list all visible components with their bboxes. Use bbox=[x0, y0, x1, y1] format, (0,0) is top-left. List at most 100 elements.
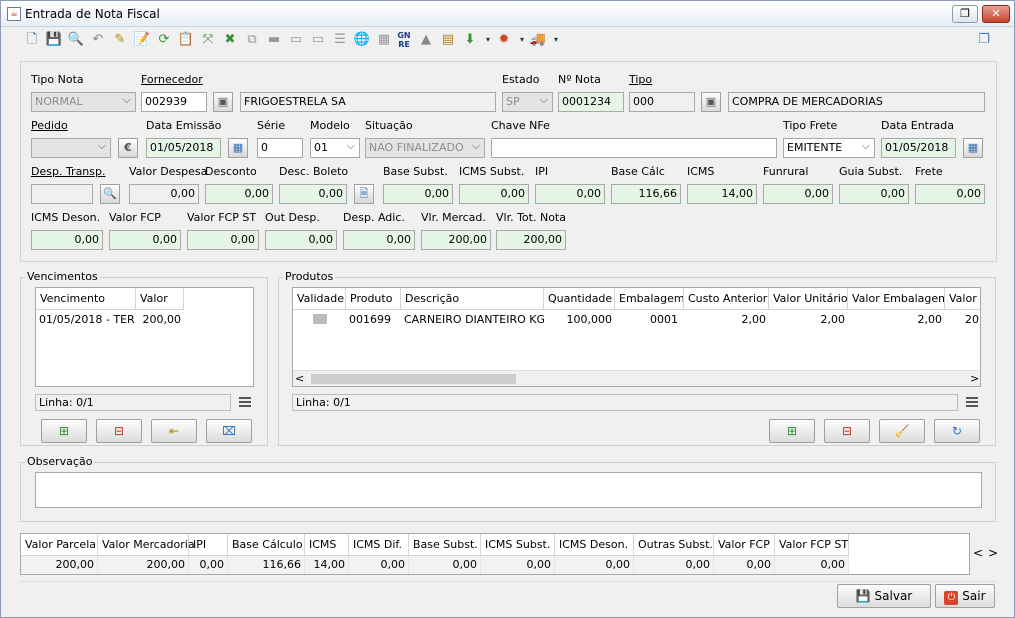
gnre-icon[interactable]: GN RE bbox=[395, 31, 413, 49]
serie-input[interactable]: 0 bbox=[257, 138, 303, 158]
undo-icon[interactable]: ↶ bbox=[89, 31, 107, 49]
vlr-tot-nota-input[interactable]: 200,00 bbox=[496, 230, 566, 250]
refresh-produto-button[interactable]: ↻ bbox=[934, 419, 980, 443]
chave-nfe-input[interactable] bbox=[491, 138, 777, 158]
list-icon[interactable]: ☰ bbox=[331, 31, 349, 49]
tipo-search-icon[interactable]: ▣ bbox=[701, 92, 721, 112]
custo-anterior-cell[interactable]: 2,00 bbox=[684, 312, 769, 328]
shuffle-icon[interactable]: ✖ bbox=[221, 31, 239, 49]
ipi-input[interactable]: 0,00 bbox=[535, 184, 605, 204]
tipo-nota-select[interactable]: NORMAL bbox=[31, 92, 136, 112]
truck-dropdown-icon[interactable]: ▾ bbox=[547, 31, 565, 49]
funrural-input[interactable]: 0,00 bbox=[763, 184, 833, 204]
vencimentos-grid[interactable]: Vencimento Valor 01/05/2018 - TER 200,00 bbox=[35, 287, 254, 387]
document-info-icon[interactable]: 🗎 bbox=[354, 184, 374, 204]
desp-transp-label[interactable]: Desp. Transp. bbox=[31, 165, 106, 178]
valor-embalagem-cell[interactable]: 2,00 bbox=[848, 312, 945, 328]
column-header[interactable]: Custo Anterior bbox=[684, 288, 769, 310]
column-header[interactable]: Produto bbox=[346, 288, 401, 310]
scroll-right-icon[interactable]: > bbox=[970, 371, 979, 386]
desconto-input[interactable]: 0,00 bbox=[205, 184, 273, 204]
column-header[interactable]: Valor Embalagem bbox=[848, 288, 945, 310]
expand-icon[interactable]: ⤧ bbox=[199, 31, 217, 49]
scroll-prev-icon[interactable]: < bbox=[973, 546, 983, 560]
copy-icon[interactable]: ⧉ bbox=[243, 31, 261, 49]
out-desp-input[interactable]: 0,00 bbox=[265, 230, 337, 250]
menu-icon[interactable] bbox=[966, 397, 978, 407]
remove-produto-button[interactable]: ⊟ bbox=[824, 419, 870, 443]
wand-icon[interactable]: ✎ bbox=[111, 31, 129, 49]
fornecedor-code-input[interactable]: 002939 bbox=[141, 92, 207, 112]
column-header[interactable]: Valor T bbox=[945, 288, 980, 310]
vlr-mercad-input[interactable]: 200,00 bbox=[421, 230, 491, 250]
cascade-icon[interactable]: ❐ bbox=[975, 31, 993, 49]
remove-vencimento-button[interactable]: ⊟ bbox=[96, 419, 142, 443]
close-button[interactable]: ✕ bbox=[982, 5, 1010, 23]
salvar-button[interactable]: 💾 Salvar bbox=[837, 584, 931, 608]
save-icon[interactable]: 💾 bbox=[45, 31, 63, 49]
refresh-icon[interactable]: ⟳ bbox=[155, 31, 173, 49]
box-icon[interactable]: ▤ bbox=[439, 31, 457, 49]
column-header[interactable]: Vencimento bbox=[36, 288, 136, 310]
calendar-icon[interactable]: ▦ bbox=[228, 138, 248, 158]
fornecedor-search-icon[interactable]: ▣ bbox=[213, 92, 233, 112]
data-emissao-input[interactable]: 01/05/2018 bbox=[146, 138, 221, 158]
vencimento-cell[interactable]: 01/05/2018 - TER bbox=[36, 312, 136, 328]
calendar-icon[interactable]: ▦ bbox=[963, 138, 983, 158]
descricao-cell[interactable]: CARNEIRO DIANTEIRO KG bbox=[401, 312, 544, 328]
scrollbar-thumb[interactable] bbox=[311, 374, 516, 384]
tipo-frete-select[interactable]: EMITENTE bbox=[783, 138, 875, 158]
desp-adic-input[interactable]: 0,00 bbox=[343, 230, 415, 250]
valor-fcp-st-input[interactable]: 0,00 bbox=[187, 230, 259, 250]
situacao-select[interactable]: NAO FINALIZADO bbox=[365, 138, 485, 158]
column-header[interactable]: Validade bbox=[293, 288, 346, 310]
clear-vencimento-button[interactable]: ⌧ bbox=[206, 419, 252, 443]
produto-cell[interactable]: 001699 bbox=[346, 312, 401, 328]
valor-unitario-cell[interactable]: 2,00 bbox=[769, 312, 848, 328]
desp-transp-input[interactable] bbox=[31, 184, 93, 204]
horizontal-scrollbar[interactable]: < > bbox=[293, 370, 980, 386]
scroll-next-icon[interactable]: > bbox=[988, 546, 998, 560]
restore-button[interactable]: ❐ bbox=[952, 5, 978, 23]
transport-search-icon[interactable]: 🔍 bbox=[100, 184, 120, 204]
pedido-label[interactable]: Pedido bbox=[31, 119, 68, 132]
column-header[interactable]: Quantidade bbox=[544, 288, 615, 310]
new-icon[interactable]: 🗋 bbox=[23, 31, 41, 49]
doc-icon[interactable]: ▭ bbox=[287, 31, 305, 49]
estado-select[interactable]: SP bbox=[502, 92, 553, 112]
n-nota-input[interactable]: 0001234 bbox=[558, 92, 624, 112]
paste-icon[interactable]: ▬ bbox=[265, 31, 283, 49]
clean-produto-button[interactable]: 🧹 bbox=[879, 419, 925, 443]
icms-subst-input[interactable]: 0,00 bbox=[459, 184, 529, 204]
modelo-select[interactable]: 01 bbox=[310, 138, 360, 158]
column-header[interactable]: Valor Unitário bbox=[769, 288, 848, 310]
data-entrada-input[interactable]: 01/05/2018 bbox=[881, 138, 956, 158]
desc-boleto-input[interactable]: 0,00 bbox=[279, 184, 347, 204]
globe-icon[interactable]: 🌐 bbox=[353, 31, 371, 49]
column-header[interactable]: Valor bbox=[136, 288, 184, 310]
validade-icon[interactable] bbox=[313, 314, 327, 324]
menu-icon[interactable] bbox=[239, 397, 251, 407]
observacao-textarea[interactable] bbox=[35, 472, 982, 508]
valor-fcp-input[interactable]: 0,00 bbox=[109, 230, 181, 250]
comment-icon[interactable]: ▭ bbox=[309, 31, 327, 49]
download-icon[interactable]: ⬇ bbox=[461, 31, 479, 49]
add-produto-button[interactable]: ⊞ bbox=[769, 419, 815, 443]
guia-subst-input[interactable]: 0,00 bbox=[839, 184, 909, 204]
produtos-grid[interactable]: Validade Produto Descrição Quantidade Em… bbox=[292, 287, 981, 387]
tipo-code-input[interactable]: 000 bbox=[629, 92, 695, 112]
edit-icon[interactable]: 📝 bbox=[133, 31, 151, 49]
scroll-left-icon[interactable]: < bbox=[295, 371, 304, 386]
valor-cell[interactable]: 200,00 bbox=[136, 312, 184, 328]
currency-icon[interactable]: € bbox=[118, 138, 138, 158]
pedido-select[interactable] bbox=[31, 138, 111, 158]
quantidade-cell[interactable]: 100,000 bbox=[544, 312, 615, 328]
seal-icon[interactable]: ✹ bbox=[495, 31, 513, 49]
warning-icon[interactable]: ▲ bbox=[417, 31, 435, 49]
base-calc-input[interactable]: 116,66 bbox=[611, 184, 681, 204]
valor-total-cell[interactable]: 20 bbox=[945, 312, 980, 328]
split-vencimento-button[interactable]: ⇤ bbox=[151, 419, 197, 443]
truck-icon[interactable]: 🚚 bbox=[529, 31, 547, 49]
frete-input[interactable]: 0,00 bbox=[915, 184, 985, 204]
fornecedor-label[interactable]: Fornecedor bbox=[141, 73, 203, 86]
